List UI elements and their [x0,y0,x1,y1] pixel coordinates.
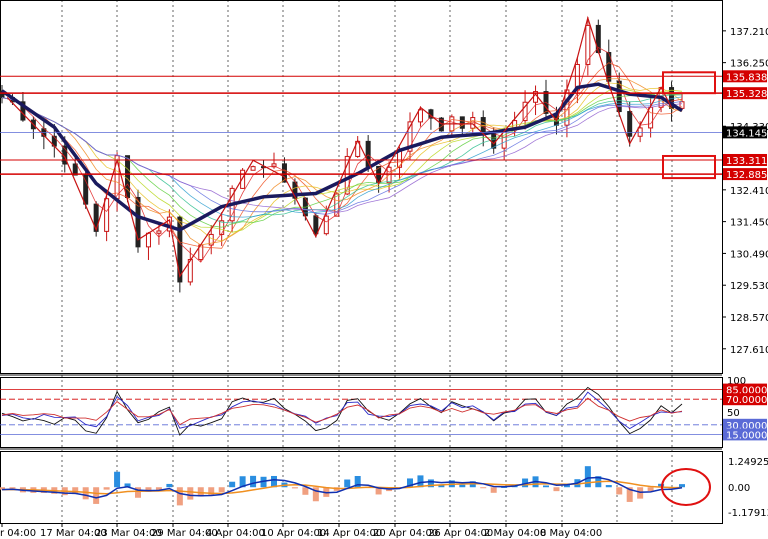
macd-histogram-bar [166,483,173,488]
macd-histogram-bar [82,487,89,500]
ma-ribbon [1,46,683,263]
ribbon-line [1,96,683,218]
macd-panel: 1.24925 0.00 -1.17913 [0,457,768,519]
price-tick-label: 136.250 [730,59,768,70]
macd-histogram-bar [291,487,298,489]
price-tick-label: 128.570 [730,313,768,324]
macd-histogram-bar [679,484,685,488]
candle-body [219,220,225,235]
candle-body [250,166,256,171]
price-tick-label: 127.610 [730,345,768,356]
macd-histogram-bar [250,475,257,488]
macd-tick-label: 0.00 [728,483,750,494]
time-axis: r 04:00 17 Mar 04:0023 Mar 04:0029 Mar 04… [0,523,602,539]
macd-histogram-bar [114,471,121,488]
macd-histogram-bar [584,466,591,488]
candle-body [648,106,654,129]
osc-tick-label: 50 [727,408,740,419]
candlesticks [0,17,685,293]
macd-histogram-bar [543,485,549,488]
current-price-label: 134.145 [726,128,767,139]
macd-histogram-bar [344,479,351,488]
x-tick-label: 2 May 04:00 [484,528,546,539]
level-label: 135.328 [726,89,767,100]
candle-body [156,230,162,234]
level-label: 133.311 [726,156,767,167]
ribbon-line [1,62,683,249]
macd-tick-label: 1.24925 [728,457,768,468]
ribbon-line [1,78,683,246]
macd-histogram-bar [187,487,194,500]
osc-line [1,397,683,426]
x-tick-label: r 04:00 [0,528,36,539]
macd-histogram-bar [647,487,654,492]
macd-histogram-bar [605,485,612,488]
price-tick-label: 130.490 [730,249,768,260]
macd-histogram-bar [229,481,236,488]
ribbon-line [1,97,683,213]
ribbon-line [1,88,683,233]
price-tick-label: 131.450 [730,218,768,229]
oscillator-panel: 10085.000070.00005030.000015.0000 [0,376,767,441]
macd-histogram-bar [616,487,623,495]
macd-histogram-bar [93,487,100,504]
candle-body [323,215,329,235]
price-tick-label: 137.210 [730,27,768,38]
candle-body [104,198,110,232]
trading-chart: 137.210136.250134.330132.410131.450130.4… [0,0,768,539]
macd-histogram-bar [9,487,16,489]
price-panel: 137.210136.250134.330132.410131.450130.4… [0,15,768,356]
level-label: 132.885 [726,170,767,181]
x-tick-label: 8 May 04:00 [540,528,602,539]
candle-body [83,174,89,205]
macd-histogram-bar [176,487,183,506]
candle-body [417,109,423,123]
candle-body [459,116,465,129]
macd-histogram-bar [302,487,309,495]
macd-histogram-bar [480,487,487,489]
ribbon-line [1,46,683,263]
osc-level-label: 15.0000 [726,430,767,441]
macd-histogram-bar [103,487,110,490]
price-tick-label: 132.410 [730,186,768,197]
macd-histogram-bar [553,487,560,492]
price-tick-label: 129.530 [730,281,768,292]
x-tick-label: 4 Apr 04:00 [206,528,265,539]
macd-histogram-bar [459,484,466,488]
candle-body [313,215,319,235]
osc-line [1,386,683,436]
macd-histogram-bar [490,487,497,493]
level-label: 135.838 [726,72,767,83]
ribbon-line [1,97,683,215]
candle-body [145,232,151,248]
macd-tick-label: -1.17913 [728,508,768,519]
osc-level-label: 70.0000 [726,395,767,406]
ribbon-line [1,82,683,242]
vertical-grid [61,0,673,523]
macd-histogram-bar [218,487,225,493]
